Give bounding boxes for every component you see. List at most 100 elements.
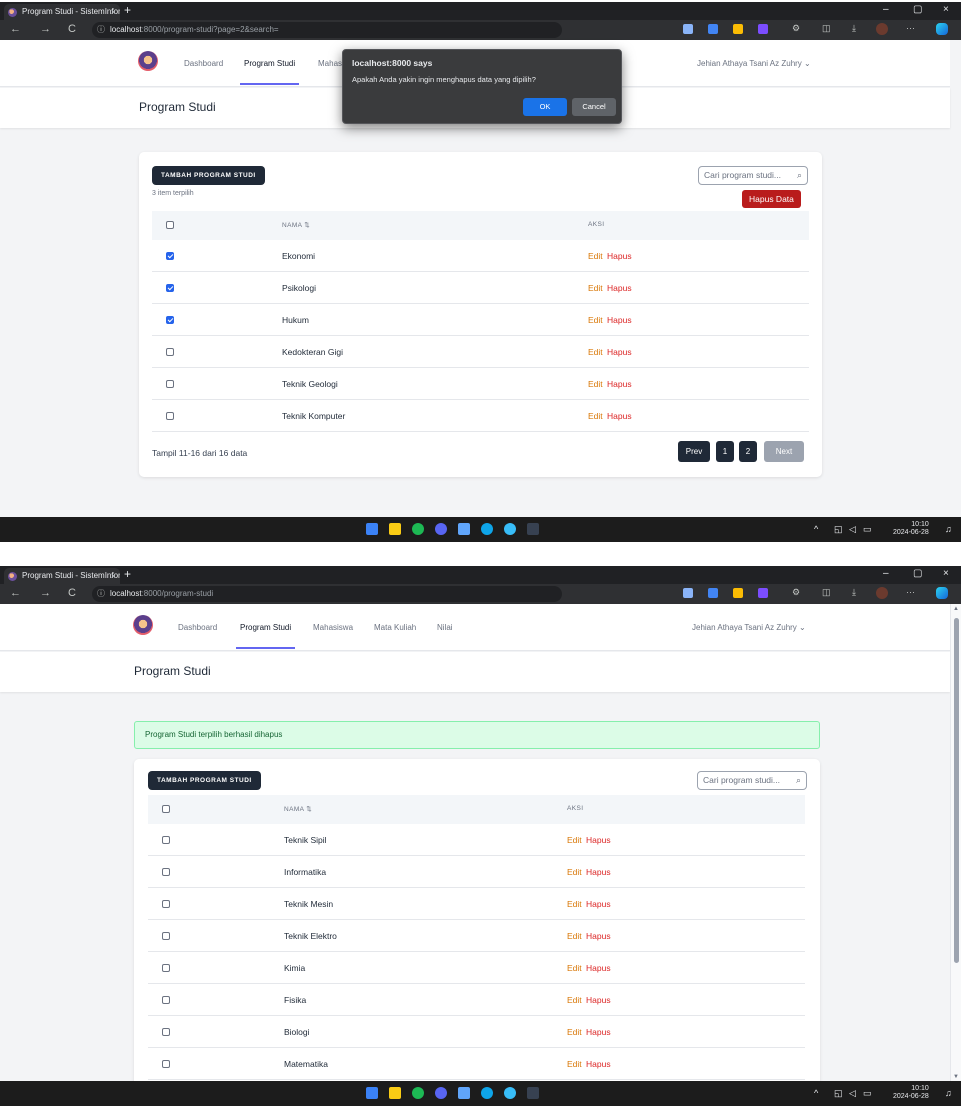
row-edit-link[interactable]: Edit (588, 347, 603, 357)
row-delete-link[interactable]: Hapus (607, 347, 632, 357)
app-icon[interactable] (504, 1087, 516, 1099)
browser-tab[interactable]: Program Studi - SistemInformasi × (4, 568, 120, 584)
row-delete-link[interactable]: Hapus (586, 1027, 611, 1037)
row-edit-link[interactable]: Edit (588, 283, 603, 293)
add-program-studi-button[interactable]: TAMBAH PROGRAM STUDI (148, 771, 261, 790)
extension-icon[interactable] (708, 588, 718, 598)
volume-icon[interactable]: ◁ (849, 524, 856, 535)
nav-mata-kuliah[interactable]: Mata Kuliah (374, 623, 416, 632)
restore-icon[interactable]: ▢ (913, 568, 922, 579)
row-edit-link[interactable]: Edit (588, 379, 603, 389)
start-icon[interactable] (366, 523, 378, 535)
close-window-icon[interactable]: × (943, 4, 949, 15)
row-edit-link[interactable]: Edit (567, 835, 582, 845)
dialog-cancel-button[interactable]: Cancel (572, 98, 616, 116)
split-screen-icon[interactable]: ◫ (822, 23, 831, 34)
row-delete-link[interactable]: Hapus (586, 867, 611, 877)
nav-program-studi[interactable]: Program Studi (239, 59, 300, 85)
notepad-icon[interactable] (458, 1087, 470, 1099)
row-checkbox[interactable] (162, 1060, 170, 1068)
refresh-icon[interactable]: C (68, 23, 76, 35)
new-tab-button[interactable]: + (124, 567, 131, 581)
row-checkbox[interactable] (162, 868, 170, 876)
extension-icon[interactable] (733, 24, 743, 34)
row-checkbox[interactable] (166, 252, 174, 260)
profile-avatar[interactable] (876, 23, 888, 35)
extensions-icon[interactable]: ⚙ (792, 587, 800, 598)
copilot-icon[interactable] (936, 587, 948, 599)
row-edit-link[interactable]: Edit (588, 411, 603, 421)
browser-tab[interactable]: Program Studi - SistemInformasi × (4, 4, 120, 20)
spotify-icon[interactable] (412, 523, 424, 535)
column-header-name[interactable]: NAMA ⇅ (284, 805, 312, 813)
spotify-icon[interactable] (412, 1087, 424, 1099)
row-checkbox[interactable] (162, 996, 170, 1004)
notification-bell-icon[interactable]: ♫ (945, 524, 952, 534)
extensions-icon[interactable]: ⚙ (792, 23, 800, 34)
extension-icon[interactable] (683, 588, 693, 598)
minimize-icon[interactable]: – (883, 568, 889, 579)
discord-icon[interactable] (435, 523, 447, 535)
site-info-icon[interactable]: ⓘ (97, 22, 105, 38)
pagination-page-2-button[interactable]: 2 (739, 441, 757, 462)
edge-icon[interactable] (481, 1087, 493, 1099)
edge-icon[interactable] (481, 523, 493, 535)
more-menu-icon[interactable]: ··· (906, 587, 915, 597)
row-edit-link[interactable]: Edit (567, 1027, 582, 1037)
forward-icon[interactable]: → (40, 587, 51, 599)
address-bar[interactable]: ⓘ localhost:8000/program-studi?page=2&se… (92, 22, 562, 38)
pagination-page-1-button[interactable]: 1 (716, 441, 734, 462)
start-icon[interactable] (366, 1087, 378, 1099)
tab-close-icon[interactable]: × (111, 568, 116, 584)
file-explorer-icon[interactable] (389, 1087, 401, 1099)
close-window-icon[interactable]: × (943, 568, 949, 579)
row-checkbox[interactable] (162, 836, 170, 844)
nav-nilai[interactable]: Nilai (437, 623, 453, 632)
row-checkbox[interactable] (166, 284, 174, 292)
search-input[interactable]: Cari program studi... ⌕ (697, 771, 807, 790)
scroll-down-icon[interactable]: ▼ (953, 1074, 959, 1080)
row-checkbox[interactable] (162, 900, 170, 908)
extension-icon[interactable] (758, 588, 768, 598)
tab-close-icon[interactable]: × (111, 4, 116, 20)
clock[interactable]: 10:10 2024-06-28 (893, 1085, 929, 1101)
nav-dashboard[interactable]: Dashboard (178, 623, 217, 632)
refresh-icon[interactable]: C (68, 587, 76, 599)
discord-icon[interactable] (435, 1087, 447, 1099)
minimize-icon[interactable]: – (883, 4, 889, 15)
more-menu-icon[interactable]: ··· (906, 23, 915, 33)
nav-dashboard[interactable]: Dashboard (184, 59, 223, 68)
row-checkbox[interactable] (166, 412, 174, 420)
nav-mahasiswa[interactable]: Mahasiswa (313, 623, 353, 632)
row-delete-link[interactable]: Hapus (607, 411, 632, 421)
row-checkbox[interactable] (162, 1028, 170, 1036)
network-icon[interactable]: ◱ (834, 524, 843, 535)
terminal-icon[interactable] (527, 523, 539, 535)
user-menu[interactable]: Jehian Athaya Tsani Az Zuhry ⌄ (692, 623, 806, 632)
tray-chevron-icon[interactable]: ^ (814, 524, 818, 534)
row-edit-link[interactable]: Edit (567, 867, 582, 877)
split-screen-icon[interactable]: ◫ (822, 587, 831, 598)
back-icon[interactable]: ← (10, 587, 21, 599)
downloads-icon[interactable]: ⤓ (852, 23, 856, 34)
pagination-prev-button[interactable]: Prev (678, 441, 710, 462)
row-delete-link[interactable]: Hapus (607, 251, 632, 261)
network-icon[interactable]: ◱ (834, 1088, 843, 1099)
nav-program-studi[interactable]: Program Studi (235, 623, 296, 649)
notepad-icon[interactable] (458, 523, 470, 535)
user-menu[interactable]: Jehian Athaya Tsani Az Zuhry ⌄ (697, 59, 811, 68)
row-edit-link[interactable]: Edit (567, 963, 582, 973)
column-header-name[interactable]: NAMA ⇅ (282, 221, 310, 229)
row-checkbox[interactable] (166, 380, 174, 388)
row-delete-link[interactable]: Hapus (607, 379, 632, 389)
row-edit-link[interactable]: Edit (567, 931, 582, 941)
row-checkbox[interactable] (162, 932, 170, 940)
add-program-studi-button[interactable]: TAMBAH PROGRAM STUDI (152, 166, 265, 185)
row-edit-link[interactable]: Edit (588, 315, 603, 325)
terminal-icon[interactable] (527, 1087, 539, 1099)
row-edit-link[interactable]: Edit (567, 995, 582, 1005)
extension-icon[interactable] (708, 24, 718, 34)
scrollbar-thumb[interactable] (954, 618, 959, 963)
delete-selected-button[interactable]: Hapus Data (742, 190, 801, 208)
row-delete-link[interactable]: Hapus (586, 835, 611, 845)
